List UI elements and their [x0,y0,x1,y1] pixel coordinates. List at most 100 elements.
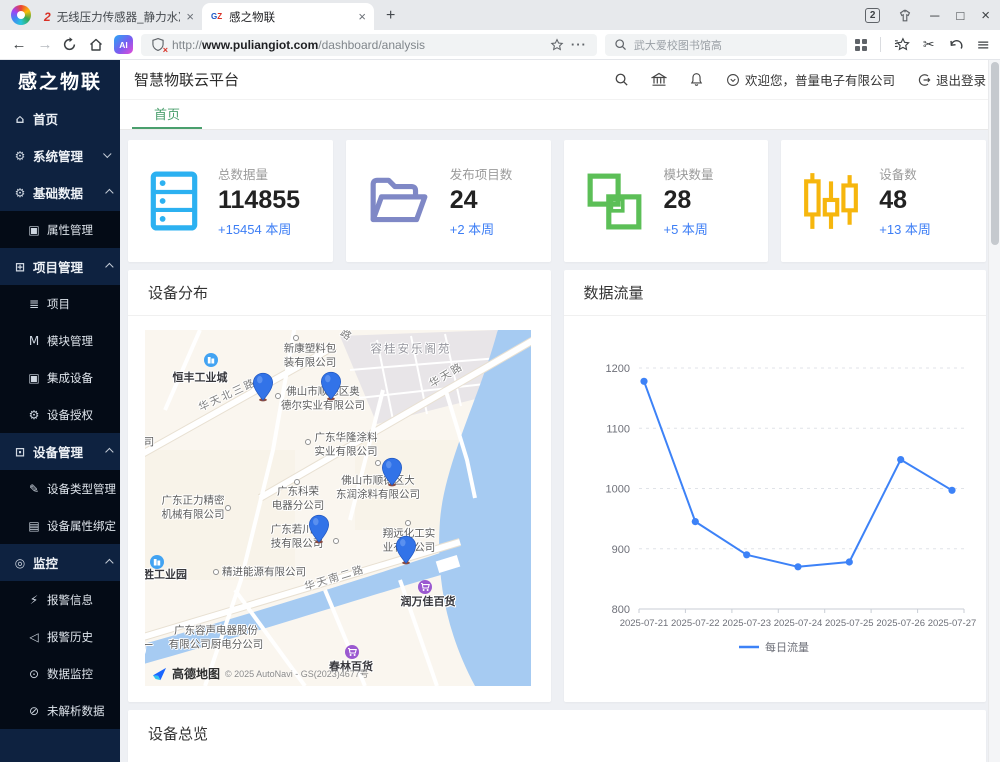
app-logo: 感之物联 [0,60,120,100]
svg-text:1200: 1200 [605,363,629,375]
scrollbar-thumb[interactable] [991,62,999,245]
home-icon[interactable] [88,37,106,52]
building-icon [150,555,164,569]
sidebar-item-project[interactable]: ≣项目 [0,285,120,322]
more-options-icon[interactable]: ··· [571,37,587,52]
minimize-icon[interactable]: ─ [930,9,939,22]
new-tab-button[interactable]: + [386,7,395,25]
address-bar[interactable]: × http://www.puliangiot.com/dashboard/an… [141,34,597,56]
sidebar-item-system-mgmt[interactable]: ⚙系统管理 [0,137,120,174]
maximize-icon[interactable]: □ [956,9,964,22]
sidebar-item-device-mgmt[interactable]: ⊡设备管理 [0,433,120,470]
svg-text:2025-07-23: 2025-07-23 [722,618,771,629]
map-label: 司 [145,436,154,450]
browser-tab-2[interactable]: GZ 感之物联 × [202,3,374,30]
header-actions: 欢迎您，普量电子有限公司 退出登录 [614,70,986,89]
sidebar-item-project-mgmt[interactable]: ⊞项目管理 [0,248,120,285]
sidebar-item-module-mgmt[interactable]: M模块管理 [0,322,120,359]
sidebar-item-home[interactable]: ⌂首页 [0,100,120,137]
apps-grid-icon[interactable] [855,39,867,51]
theme-shirt-icon[interactable] [897,8,913,23]
ai-assistant-icon[interactable]: AI [114,35,133,54]
close-icon[interactable]: × [981,8,990,23]
sidebar-item-data-monitor[interactable]: ⊙数据监控 [0,655,120,692]
database-icon [150,171,198,231]
tab-close-icon[interactable]: × [186,9,194,24]
map-pin-icon[interactable] [252,372,274,402]
square-icon: ▣ [27,371,41,385]
sidebar-item-device-auth[interactable]: ⚙设备授权 [0,396,120,433]
welcome-user[interactable]: 欢迎您，普量电子有限公司 [726,70,895,89]
gear-icon: ⚙ [27,408,41,422]
sidebar-item-attr-mgmt[interactable]: ▣属性管理 [0,211,120,248]
notifications-bell-icon[interactable] [689,72,704,87]
poi-dot-icon [333,538,339,544]
favorites-star-icon[interactable] [894,37,910,52]
browser-logo-icon[interactable] [11,5,31,25]
stat-label: 设备数 [879,164,931,183]
pen-icon: ✎ [27,482,41,496]
organization-bank-icon[interactable] [651,72,667,87]
browser-search-box[interactable]: 武大爱校图书馆高 [605,34,847,56]
sidebar-item-monitor[interactable]: ◎监控 [0,544,120,581]
sidebar-item-device-type-mgmt[interactable]: ✎设备类型管理 [0,470,120,507]
map-pin-icon[interactable] [308,514,330,544]
svg-text:2025-07-24: 2025-07-24 [773,618,822,629]
sidebar-item-alarm-info[interactable]: ⚡报警信息 [0,581,120,618]
undo-icon[interactable] [948,37,964,52]
forward-icon[interactable]: → [36,37,54,52]
sidebar-item-integrated-device[interactable]: ▣集成设备 [0,359,120,396]
sidebar-item-device-attr-bind[interactable]: ▤设备属性绑定 [0,507,120,544]
traffic-chart[interactable]: 8009001000110012002025-07-212025-07-2220… [564,316,986,666]
stat-card-2: 模块数量28+5 本周 [564,140,769,262]
gear-icon: ⚙ [13,186,27,200]
stats-row: 总数据量114855+15454 本周发布项目数24+2 本周模块数量28+5 … [128,140,986,262]
daily-traffic-line-chart: 8009001000110012002025-07-212025-07-2220… [564,316,986,666]
poi-dot-icon [225,505,231,511]
sidebar-item-base-data[interactable]: ⚙基础数据 [0,174,120,211]
sidebar-item-unparsed-data[interactable]: ⊘未解析数据 [0,692,120,729]
square-icon: ▣ [27,223,41,237]
window-controls: 2 ─ □ × [865,0,990,30]
poi-dot-icon [405,520,411,526]
reload-icon[interactable] [62,37,80,52]
logout-icon [917,73,931,87]
map-pin-icon[interactable] [395,535,417,565]
menu-icon[interactable]: ≡ [977,35,990,54]
back-icon[interactable]: ← [10,37,28,52]
tab-close-icon[interactable]: × [358,9,366,24]
svg-text:2025-07-27: 2025-07-27 [927,618,976,629]
map-label: 胜工业园 [145,568,187,582]
device-map[interactable]: 恒丰工业城华天北三路新康塑料包装有限公司容桂安乐阁苑华天路路佛山市顺德区奥德尔实… [145,330,531,686]
screenshot-scissors-icon[interactable]: ✂ [923,37,935,53]
device-overview-panel: 设备总览 [128,710,986,762]
panel-title: 设备分布 [128,270,551,316]
sidebar-item-alarm-history[interactable]: ◁报警历史 [0,618,120,655]
browser-navbar: ← → AI × http://www.puliangiot.com/dashb… [0,30,1000,60]
amap-logo-text: 高德地图 [172,665,220,682]
page-scrollbar[interactable] [988,60,1000,762]
stat-delta: +13 本周 [879,219,931,238]
stat-value: 48 [879,186,931,215]
logout-button[interactable]: 退出登录 [917,70,986,89]
svg-text:1000: 1000 [605,484,629,496]
chevron-down-icon [103,149,111,157]
copy-icon: ▤ [27,519,41,533]
map-pin-icon[interactable] [320,371,342,401]
route-tab-home[interactable]: 首页 [132,100,202,129]
map-label: 华天南二路 [303,563,367,594]
header-search-icon[interactable] [614,72,629,87]
tab-title: 感之物联 [229,9,352,25]
site-security-shield-icon[interactable]: × [151,37,165,52]
svg-text:2025-07-26: 2025-07-26 [876,618,925,629]
map-pin-icon[interactable] [381,457,403,487]
map-label: 广东华隆涂料实业有限公司 [315,431,378,458]
url-text: http://www.puliangiot.com/dashboard/anal… [172,38,425,52]
panels-row: 设备分布 [128,270,986,702]
stat-delta: +15454 本周 [218,219,300,238]
grid-icon: ⊞ [13,260,27,274]
browser-tab-1[interactable]: 2 无线压力传感器_静力水准仪_ × [36,3,202,30]
stat-card-1: 发布项目数24+2 本周 [346,140,551,262]
bookmark-star-icon[interactable] [550,38,564,52]
tab-count-badge[interactable]: 2 [865,8,880,23]
